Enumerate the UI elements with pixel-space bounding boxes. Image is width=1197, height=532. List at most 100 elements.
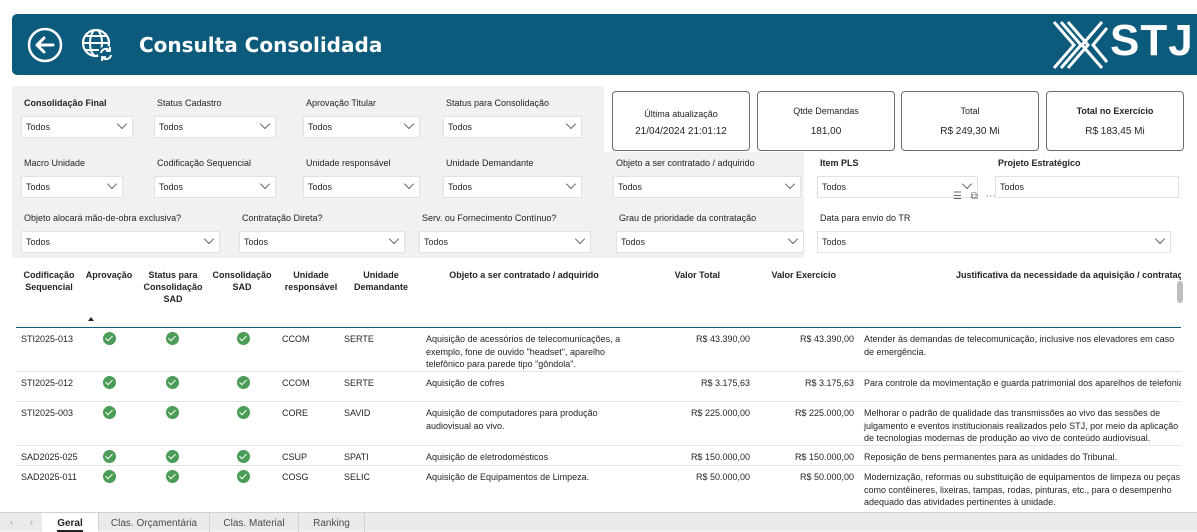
filter-label: Unidade responsável xyxy=(306,158,391,168)
filter-label: Macro Unidade xyxy=(24,158,86,168)
card-value: R$ 183,45 Mi xyxy=(1085,126,1145,137)
filter-label: Objeto alocará mão-de-obra exclusiva? xyxy=(24,213,182,223)
col-header-status-consolidacao[interactable]: Status para Consolidação SAD xyxy=(142,269,204,305)
filter-aprovacao-titular: Aprovação Titular Todos xyxy=(303,98,420,138)
page-tabs: ‹ › Geral Clas. Orçamentária Clas. Mater… xyxy=(0,512,1197,532)
tab-geral[interactable]: Geral xyxy=(42,513,99,532)
col-header-objeto[interactable]: Objeto a ser contratado / adquirido xyxy=(424,269,624,281)
more-options-icon[interactable]: ⋯ xyxy=(986,191,996,202)
check-circle-icon xyxy=(237,376,250,389)
chevron-down-icon xyxy=(203,233,215,245)
cell-unidade-responsavel: CORE xyxy=(282,408,309,418)
col-header-valor-exercicio[interactable]: Valor Exercício xyxy=(760,269,856,281)
filter-contratacao-direta: Contratação Direta? Todos xyxy=(239,213,405,253)
col-header-unidade-demandante[interactable]: Unidade Demandante xyxy=(350,269,412,293)
cell-codificacao: SAD2025-025 xyxy=(21,452,78,462)
cell-objeto: Aquisição de cofres xyxy=(426,378,505,388)
col-header-codificacao[interactable]: Codificação Sequencial xyxy=(16,269,82,293)
chevron-down-icon xyxy=(116,118,128,130)
filter-status-consolidacao-select[interactable]: Todos xyxy=(443,116,582,138)
chevron-left-icon[interactable]: ‹ xyxy=(10,517,13,527)
cell-valor-exercicio: R$ 43.390,00 xyxy=(799,334,854,344)
filter-mao-de-obra-select[interactable]: Todos xyxy=(21,231,220,253)
filter-aprovacao-titular-select[interactable]: Todos xyxy=(303,116,420,138)
table-row[interactable]: STI2025-013 CCOM SERTE Aquisição de aces… xyxy=(16,328,1181,372)
report-canvas: Consulta Consolidada STJ Consolidação Fi… xyxy=(0,0,1197,532)
cell-unidade-demandante: SERTE xyxy=(344,334,374,344)
check-circle-icon xyxy=(166,450,179,463)
check-circle-icon xyxy=(103,470,116,483)
cell-unidade-demandante: SERTE xyxy=(344,378,374,388)
col-header-justificativa[interactable]: Justificativa da necessidade da aquisiçã… xyxy=(956,269,1181,281)
filter-grau-prioridade-select[interactable]: Todos xyxy=(616,231,804,253)
chevron-down-icon xyxy=(961,178,973,190)
check-circle-icon xyxy=(237,470,250,483)
tab-clas-orcamentaria[interactable]: Clas. Orçamentária xyxy=(99,513,210,532)
filter-projeto-estrategico-select[interactable]: Todos xyxy=(995,176,1179,198)
stj-logo: STJ xyxy=(1052,16,1197,72)
cell-unidade-demandante: SELIC xyxy=(344,472,371,482)
check-circle-icon xyxy=(237,332,250,345)
table-row[interactable]: STI2025-012 CCOM SERTE Aquisição de cofr… xyxy=(16,372,1181,402)
data-table: Codificação Sequencial Aprovação Status … xyxy=(16,265,1181,510)
filter-label: Objeto a ser contratado / adquirido xyxy=(616,158,755,168)
filter-label: Codificação Sequencial xyxy=(157,158,252,168)
cell-unidade-demandante: SPATI xyxy=(344,452,369,462)
check-circle-icon xyxy=(166,376,179,389)
col-header-consolidacao-sad[interactable]: Consolidação SAD xyxy=(212,269,272,293)
check-circle-icon xyxy=(237,406,250,419)
table-row[interactable]: SAD2025-025 CSUP SPATI Aquisição de elet… xyxy=(16,446,1181,466)
cell-valor-total: R$ 43.390,00 xyxy=(695,334,750,344)
cell-justificativa: Atender às demandas de telecomunicação, … xyxy=(864,334,1175,357)
filter-objeto-select[interactable]: Todos xyxy=(613,176,801,198)
filter-icon[interactable]: ☰ xyxy=(953,191,962,202)
filter-servico-continuo: Serv. ou Fornecimento Contínuo? Todos xyxy=(419,213,591,253)
chevron-down-icon xyxy=(574,233,586,245)
filter-status-consolidacao: Status para Consolidação Todos xyxy=(443,98,582,138)
chevron-right-icon[interactable]: › xyxy=(30,517,33,527)
filter-label: Consolidação Final xyxy=(24,98,107,108)
focus-mode-icon[interactable]: ⧉ xyxy=(971,191,978,202)
chevron-down-icon xyxy=(388,233,400,245)
filter-contratacao-direta-select[interactable]: Todos xyxy=(239,231,405,253)
globe-refresh-icon[interactable] xyxy=(79,26,117,64)
page-title: Consulta Consolidada xyxy=(139,33,383,57)
filter-item-pls: Item PLS Todos xyxy=(817,158,978,198)
filter-projeto-estrategico: Projeto Estratégico Todos xyxy=(995,158,1179,198)
cell-objeto: Aquisição de eletrodomésticos xyxy=(426,452,549,462)
filter-servico-continuo-select[interactable]: Todos xyxy=(419,231,591,253)
col-header-aprovacao[interactable]: Aprovação xyxy=(84,269,134,281)
chevron-down-icon xyxy=(784,178,796,190)
card-value: 181,00 xyxy=(810,126,842,137)
cell-unidade-responsavel: CSUP xyxy=(282,452,308,462)
col-header-valor-total[interactable]: Valor Total xyxy=(626,269,756,281)
filter-codificacao-sequencial-select[interactable]: Todos xyxy=(154,176,276,198)
check-circle-icon xyxy=(166,406,179,419)
filter-consolidacao-final-select[interactable]: Todos xyxy=(21,116,133,138)
filter-unidade-responsavel-select[interactable]: Todos xyxy=(303,176,420,198)
sort-ascending-icon[interactable] xyxy=(88,317,94,321)
check-circle-icon xyxy=(237,450,250,463)
chevron-down-icon xyxy=(259,178,271,190)
filter-unidade-responsavel: Unidade responsável Todos xyxy=(303,158,420,198)
chevron-down-icon xyxy=(1154,233,1166,245)
back-arrow-icon[interactable] xyxy=(26,26,64,64)
table-row[interactable]: STI2025-003 CORE SAVID Aquisição de comp… xyxy=(16,402,1181,446)
filter-data-envio-tr-select[interactable]: Todos xyxy=(817,231,1171,253)
cell-valor-exercicio: R$ 50.000,00 xyxy=(799,472,854,482)
check-circle-icon xyxy=(103,376,116,389)
tab-clas-material[interactable]: Clas. Material xyxy=(210,513,299,532)
table-scrollbar[interactable] xyxy=(1177,281,1183,303)
cell-justificativa: Melhorar o padrão de qualidade das trans… xyxy=(864,408,1179,443)
filter-macro-unidade-select[interactable]: Todos xyxy=(21,176,123,198)
filter-macro-unidade: Macro Unidade Todos xyxy=(21,158,123,198)
col-header-unidade-responsavel[interactable]: Unidade responsável xyxy=(280,269,342,293)
cell-codificacao: SAD2025-011 xyxy=(21,472,77,482)
stj-logo-mark-icon xyxy=(1052,21,1108,69)
cell-valor-total: R$ 225.000,00 xyxy=(690,408,750,418)
filter-unidade-demandante-select[interactable]: Todos xyxy=(443,176,582,198)
chevron-down-icon xyxy=(106,178,118,190)
filter-status-cadastro-select[interactable]: Todos xyxy=(154,116,276,138)
tab-ranking[interactable]: Ranking xyxy=(299,513,365,532)
table-row[interactable]: SAD2025-011 COSG SELIC Aquisição de Equi… xyxy=(16,466,1181,510)
